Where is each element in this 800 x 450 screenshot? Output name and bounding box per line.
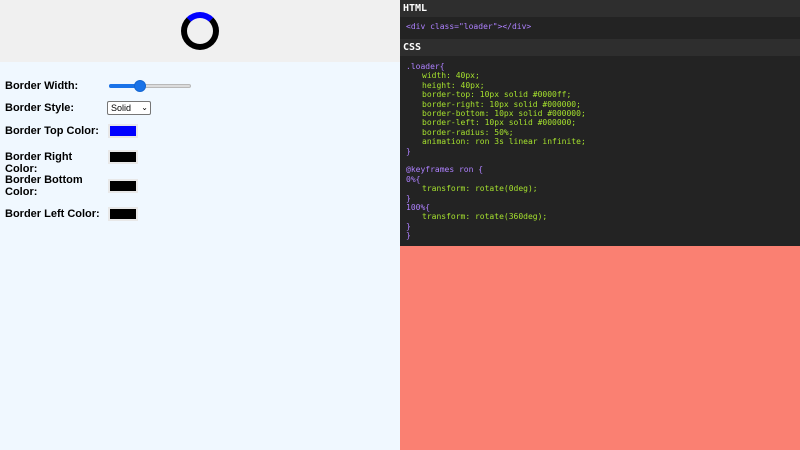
css-code-line: width: 40px;: [422, 71, 480, 81]
html-code-line: <div class="loader"></div>: [406, 22, 532, 31]
css-code-line: 0%{: [406, 174, 421, 184]
code-panel: HTML <div class="loader"></div> CSS .loa…: [400, 0, 800, 450]
loader-ring: [181, 12, 219, 50]
border-left-color-picker[interactable]: [108, 207, 138, 221]
border-width-slider[interactable]: [109, 78, 191, 94]
css-code-line: animation: ron 3s linear infinite;: [422, 137, 586, 147]
border-top-color-picker[interactable]: [108, 124, 138, 138]
border-bottom-color-picker[interactable]: [108, 179, 138, 193]
css-code-line: 100%{: [406, 203, 431, 213]
border-left-color-row: Border Left Color:: [5, 208, 107, 220]
css-code-line: transform: rotate(360deg);: [422, 212, 548, 222]
css-code-line: }: [406, 193, 411, 203]
loader-preview-area: [0, 0, 400, 62]
chevron-down-icon: ⌄: [141, 103, 148, 112]
css-code-line: [406, 156, 800, 165]
css-code-line: height: 40px;: [422, 80, 485, 90]
css-code-block: .loader{width: 40px; height: 40px; border-…: [400, 56, 800, 246]
html-header: HTML: [400, 0, 800, 17]
css-code-line: @keyframes ron {: [406, 165, 484, 175]
border-width-label: Border Width:: [5, 80, 79, 92]
css-code-line: }: [406, 231, 411, 241]
editor-panel: Border Width: Border Style: Solid ⌄ Bord…: [0, 0, 400, 450]
css-code-line: }: [406, 221, 411, 231]
border-bottom-color-label: Border Bottom Color:: [5, 174, 83, 198]
border-width-row: Border Width:: [5, 80, 107, 92]
border-bottom-color-row: Border Bottom Color:: [5, 174, 107, 198]
border-right-color-label: Border Right Color:: [5, 151, 73, 175]
border-right-color-row: Border Right Color:: [5, 151, 107, 175]
border-top-color-label: Border Top Color:: [5, 125, 99, 137]
border-right-color-picker[interactable]: [108, 150, 138, 164]
css-code-line: .loader{: [406, 62, 445, 71]
css-code-line: border-top: 10px solid #0000ff;: [422, 90, 572, 100]
slider-thumb[interactable]: [133, 80, 146, 92]
border-top-color-row: Border Top Color:: [5, 125, 107, 137]
css-code-line: border-left: 10px solid #000000;: [422, 118, 577, 128]
border-left-color-label: Border Left Color:: [5, 208, 100, 220]
html-code-block: <div class="loader"></div>: [400, 17, 800, 39]
css-code-line: border-radius: 50%;: [422, 127, 514, 137]
css-code-line: border-bottom: 10px solid #000000;: [422, 109, 586, 119]
border-style-row: Border Style:: [5, 102, 107, 114]
css-code-line: border-right: 10px solid #000000;: [422, 99, 581, 109]
border-style-select[interactable]: Solid ⌄: [107, 101, 151, 115]
css-code-line: }: [406, 146, 411, 156]
border-style-value: Solid: [111, 103, 132, 113]
css-header: CSS: [400, 39, 800, 56]
css-code-line: transform: rotate(0deg);: [422, 184, 538, 194]
border-style-label: Border Style:: [5, 102, 75, 114]
